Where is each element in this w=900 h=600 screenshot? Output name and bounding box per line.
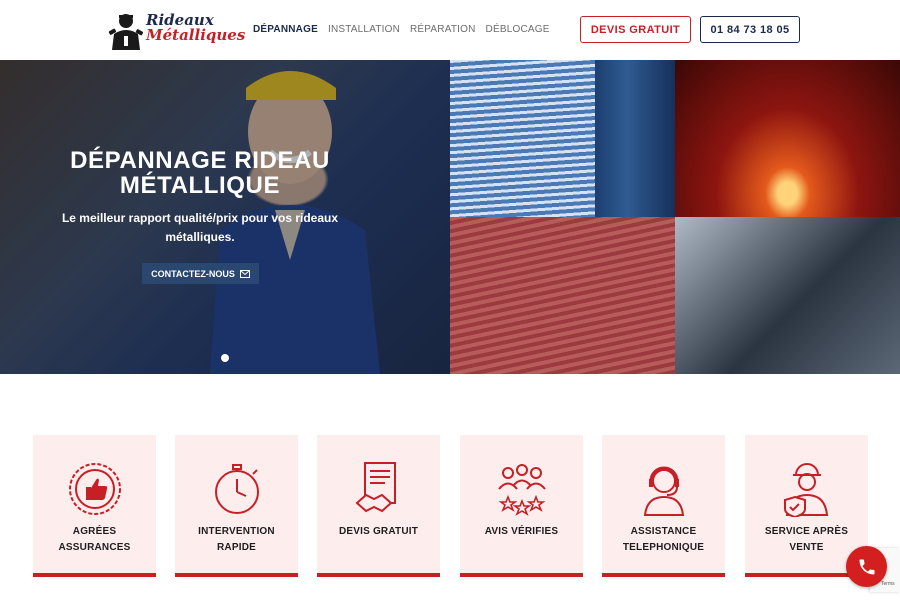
nav-item-installation[interactable]: INSTALLATION: [328, 24, 400, 35]
feature-label: AVIS VÉRIFIES: [464, 524, 579, 540]
stopwatch-icon: [215, 464, 259, 514]
feature-label: DEVIS GRATUIT: [321, 524, 436, 540]
nav-item-deblocage[interactable]: DÉBLOCAGE: [486, 24, 550, 35]
hero-subtitle: Le meilleur rapport qualité/prix pour vo…: [60, 209, 340, 247]
feature-label-line2: TELEPHONIQUE: [622, 542, 705, 553]
rolling-shutter-blue-image: [450, 60, 675, 217]
site-header: Rideaux Métalliques DÉPANNAGE INSTALLATI…: [0, 0, 900, 60]
feature-card-intervention[interactable]: INTERVENTION RAPIDE: [175, 435, 298, 577]
nav-item-depannage[interactable]: DÉPANNAGE: [253, 24, 318, 35]
technician-drilling-image: [675, 217, 900, 374]
hero-title-line2: MÉTALLIQUE: [119, 172, 281, 199]
recaptcha-terms-link[interactable]: Terms: [881, 581, 895, 587]
headset-agent-icon: [643, 466, 685, 516]
feature-label-line1: SERVICE APRÈS: [764, 526, 849, 537]
feature-label: SERVICE APRÈS VENTE: [749, 524, 864, 556]
people-stars-icon: [498, 464, 546, 516]
slider-dot[interactable]: [221, 354, 229, 362]
main-nav: DÉPANNAGE INSTALLATION RÉPARATION DÉBLOC…: [253, 24, 550, 35]
hero-subtitle-line1: Le meilleur rapport qualité/prix pour vo…: [61, 211, 339, 225]
feature-label: INTERVENTION RAPIDE: [179, 524, 294, 556]
feature-label: ASSISTANCE TELEPHONIQUE: [606, 524, 721, 556]
worker-shield-icon: [784, 463, 829, 517]
hero-subtitle-line2: métalliques.: [165, 230, 235, 244]
feature-card-avis[interactable]: AVIS VÉRIFIES: [460, 435, 583, 577]
mechanic-logo-icon: [108, 14, 144, 50]
feature-label-line2: ASSURANCES: [58, 542, 131, 553]
nav-item-reparation[interactable]: RÉPARATION: [410, 24, 476, 35]
envelope-icon: [239, 269, 250, 278]
feature-label: AGRÉES ASSURANCES: [37, 524, 152, 556]
feature-label-line2: RAPIDE: [217, 542, 256, 553]
call-button[interactable]: [846, 546, 887, 587]
document-handshake-icon: [355, 462, 396, 513]
hero-slider: DÉPANNAGE RIDEAU MÉTALLIQUE Le meilleur …: [0, 60, 450, 374]
feature-label-line1: INTERVENTION: [198, 526, 275, 537]
phone-number-button[interactable]: 01 84 73 18 05: [700, 16, 800, 43]
thumbs-up-badge-icon: [69, 463, 121, 515]
rolling-shutter-red-image: [450, 217, 675, 374]
feature-card-agrees[interactable]: AGRÉES ASSURANCES: [33, 435, 156, 577]
feature-label-line1: ASSISTANCE: [630, 526, 697, 537]
welding-sparks-image: [675, 60, 900, 217]
feature-label-line1: AVIS VÉRIFIES: [484, 526, 559, 537]
contact-us-label: CONTACTEZ-NOUS: [151, 268, 235, 279]
site-logo[interactable]: Rideaux Métalliques: [108, 11, 245, 52]
logo-name-line2: Métalliques: [146, 26, 246, 44]
feature-label-line1: DEVIS GRATUIT: [338, 526, 419, 537]
feature-label-line2: VENTE: [789, 542, 824, 553]
phone-icon: [859, 559, 874, 574]
hero-title-line1: DÉPANNAGE RIDEAU: [70, 147, 330, 174]
feature-card-devis[interactable]: DEVIS GRATUIT: [317, 435, 440, 577]
hero-title: DÉPANNAGE RIDEAU MÉTALLIQUE: [0, 148, 400, 198]
feature-label-line1: AGRÉES: [72, 526, 117, 537]
contact-us-button[interactable]: CONTACTEZ-NOUS: [142, 263, 259, 284]
devis-gratuit-button[interactable]: DEVIS GRATUIT: [580, 16, 691, 43]
feature-card-assistance[interactable]: ASSISTANCE TELEPHONIQUE: [602, 435, 725, 577]
